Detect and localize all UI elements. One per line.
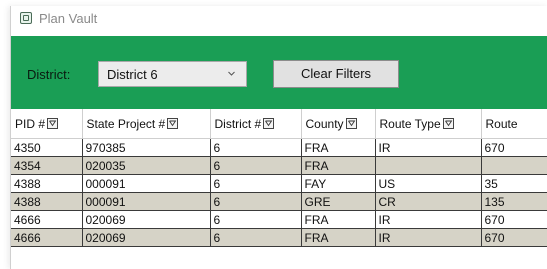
table-header-row: PID # State Project # District # County Rout…	[11, 109, 547, 139]
table-cell[interactable]: 6	[210, 138, 302, 157]
column-header-inner: County	[306, 117, 357, 131]
table-cell[interactable]: FRA	[301, 138, 376, 157]
column-filter-icon[interactable]	[167, 118, 179, 129]
results-table: PID # State Project # District # County Rout…	[11, 109, 547, 247]
table-cell[interactable]: 6	[210, 156, 302, 175]
table-row[interactable]: 4388 000091 6 GRE CR 135	[11, 192, 547, 211]
table-row[interactable]: 4388 000091 6 FAY US 35	[11, 174, 547, 193]
filter-bar: District: District 6 Clear Filters	[11, 36, 547, 109]
table-cell[interactable]: 6	[210, 210, 302, 229]
district-selected-value: District 6	[107, 67, 158, 82]
column-header-label: County	[305, 116, 344, 131]
column-header-inner: Route Type	[380, 117, 454, 131]
table-cell[interactable]: FRA	[301, 156, 376, 175]
table-cell[interactable]: 4388	[11, 174, 83, 193]
table-cell[interactable]: 4666	[11, 210, 83, 229]
column-header[interactable]: Route	[481, 109, 547, 139]
table-cell[interactable]: 670	[481, 228, 547, 247]
table-cell[interactable]: GRE	[301, 192, 376, 211]
district-label: District:	[27, 67, 71, 82]
table-cell[interactable]: 6	[210, 174, 302, 193]
table-cell[interactable]: 35	[481, 174, 547, 193]
table-cell[interactable]: FRA	[301, 228, 376, 247]
column-header[interactable]: County	[301, 109, 376, 139]
column-header-label: PID #	[15, 116, 46, 131]
column-header-inner: District #	[215, 117, 275, 131]
district-dropdown[interactable]: District 6	[98, 61, 247, 87]
table-cell[interactable]: 020069	[82, 228, 211, 247]
column-filter-icon[interactable]	[442, 118, 454, 129]
table-row[interactable]: 4666 020069 6 FRA IR 670	[11, 210, 547, 229]
column-filter-icon[interactable]	[47, 118, 59, 129]
table-cell[interactable]	[375, 156, 482, 175]
table-cell[interactable]: FRA	[301, 210, 376, 229]
column-filter-icon[interactable]	[345, 118, 357, 129]
column-header[interactable]: PID #	[11, 109, 83, 139]
plan-vault-window: Plan Vault District: District 6 Clear Fi…	[10, 6, 547, 269]
app-icon	[20, 12, 32, 24]
table-cell[interactable]: 020069	[82, 210, 211, 229]
table-cell[interactable]: 000091	[82, 192, 211, 211]
table-cell[interactable]: 970385	[82, 138, 211, 157]
table-row[interactable]: 4666 020069 6 FRA IR 670	[11, 228, 547, 247]
column-header[interactable]: District #	[210, 109, 302, 139]
table-cell[interactable]: 6	[210, 228, 302, 247]
column-filter-icon[interactable]	[263, 118, 275, 129]
table-cell[interactable]: 4354	[11, 156, 83, 175]
table-cell[interactable]: 670	[481, 138, 547, 157]
table-cell[interactable]	[481, 156, 547, 175]
table-cell[interactable]: FAY	[301, 174, 376, 193]
column-header-label: State Project #	[86, 116, 166, 131]
column-header[interactable]: Route Type	[375, 109, 482, 139]
title-bar: Plan Vault	[11, 6, 547, 31]
table-cell[interactable]: 020035	[82, 156, 211, 175]
table-cell[interactable]: US	[375, 174, 482, 193]
table-cell[interactable]: CR	[375, 192, 482, 211]
window-title: Plan Vault	[39, 11, 98, 26]
chevron-down-icon	[228, 71, 235, 76]
table-cell[interactable]: IR	[375, 210, 482, 229]
table-row[interactable]: 4354 020035 6 FRA	[11, 156, 547, 175]
table-cell[interactable]: 4666	[11, 228, 83, 247]
results-grid: PID # State Project # District # County Rout…	[11, 109, 547, 269]
table-cell[interactable]: 4350	[11, 138, 83, 157]
table-cell[interactable]: 6	[210, 192, 302, 211]
table-cell[interactable]: IR	[375, 228, 482, 247]
table-cell[interactable]: 670	[481, 210, 547, 229]
table-row[interactable]: 4350 970385 6 FRA IR 670	[11, 138, 547, 157]
column-header-label: District #	[214, 116, 262, 131]
column-header-label: Route	[485, 116, 518, 131]
table-cell[interactable]: IR	[375, 138, 482, 157]
table-cell[interactable]: 000091	[82, 174, 211, 193]
table-cell[interactable]: 135	[481, 192, 547, 211]
column-header-label: Route Type	[379, 116, 441, 131]
column-header-inner: Route	[486, 117, 518, 131]
table-body: 4350 970385 6 FRA IR 670 4354 020035 6 FRA 4388 000…	[11, 138, 547, 247]
clear-filters-button[interactable]: Clear Filters	[273, 60, 399, 88]
table-cell[interactable]: 4388	[11, 192, 83, 211]
column-header-inner: State Project #	[87, 117, 179, 131]
column-header[interactable]: State Project #	[82, 109, 211, 139]
column-header-inner: PID #	[15, 116, 59, 131]
